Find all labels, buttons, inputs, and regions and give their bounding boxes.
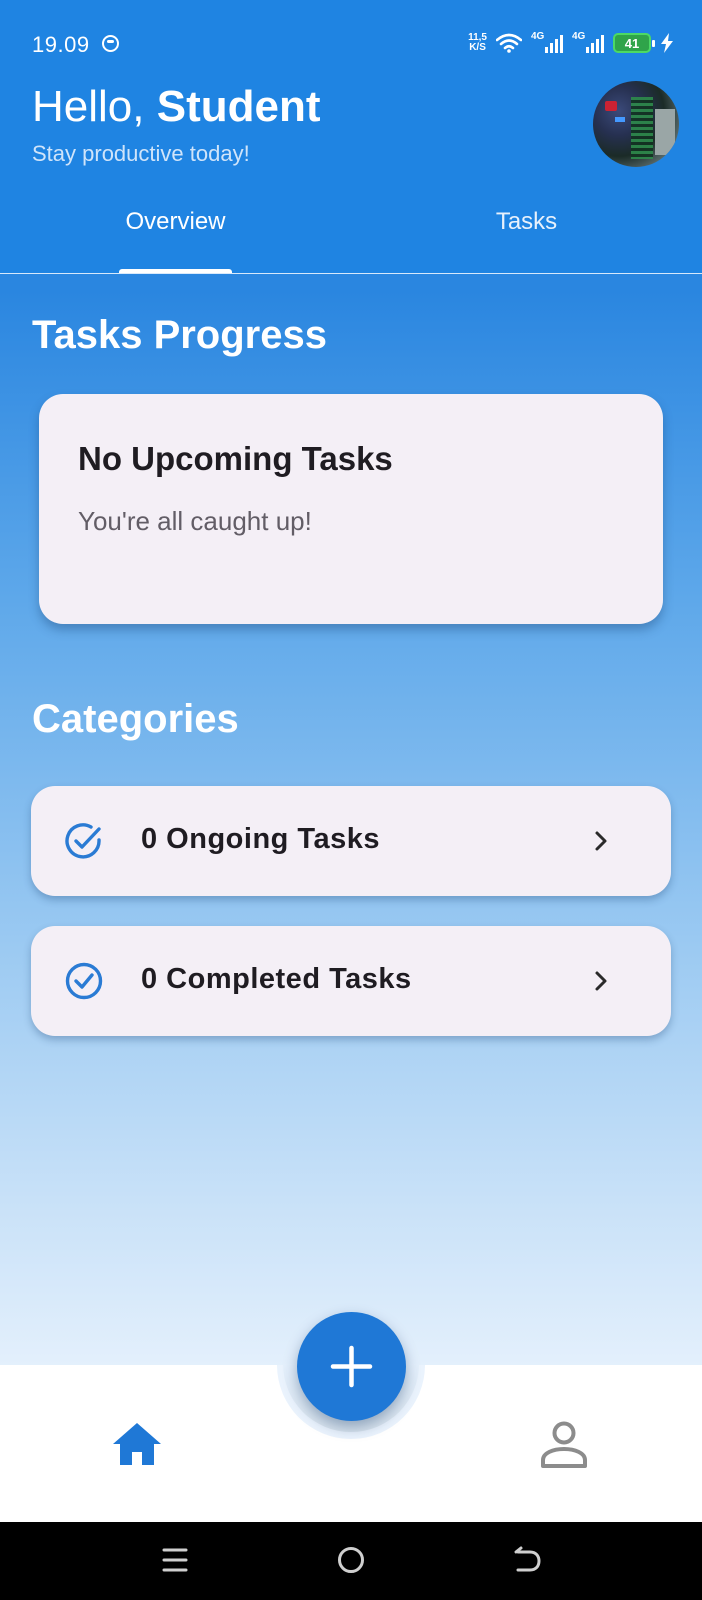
network-speed: 11,5 K/S xyxy=(468,33,487,53)
battery-icon: 41 xyxy=(613,33,655,53)
greeting-subtitle: Stay productive today! xyxy=(32,141,250,166)
upcoming-card-title: No Upcoming Tasks xyxy=(78,440,393,477)
category-completed-tasks[interactable]: 0 Completed Tasks xyxy=(31,926,671,1036)
signal-1-icon: 4G xyxy=(531,31,563,53)
status-time: 19.09 xyxy=(32,32,90,57)
upcoming-tasks-card[interactable]: No Upcoming Tasks You're all caught up! xyxy=(39,394,663,624)
header: 19.09 11,5 K/S 4G 4G 41 Hello, Student S… xyxy=(0,0,702,274)
status-indicators: 11,5 K/S 4G 4G 41 xyxy=(468,30,674,56)
greeting-prefix: Hello, xyxy=(32,82,157,131)
upcoming-card-subtitle: You're all caught up! xyxy=(78,506,312,536)
back-icon[interactable] xyxy=(512,1545,542,1575)
tasks-progress-title: Tasks Progress xyxy=(32,313,327,357)
battery-level: 41 xyxy=(624,35,640,51)
check-circle-icon xyxy=(65,823,101,859)
home-icon[interactable] xyxy=(111,1421,163,1467)
tab-bar: Overview Tasks xyxy=(0,190,702,274)
system-nav-bar xyxy=(0,1522,702,1600)
chevron-right-icon xyxy=(595,831,607,851)
wifi-icon xyxy=(496,33,522,53)
plus-icon xyxy=(330,1345,373,1388)
chevron-right-icon xyxy=(595,971,607,991)
category-ongoing-label: 0 Ongoing Tasks xyxy=(141,823,381,855)
status-bar: 19.09 11,5 K/S 4G 4G 41 xyxy=(0,0,702,80)
signal-2-label: 4G xyxy=(572,31,586,42)
tab-overview[interactable]: Overview xyxy=(0,208,351,236)
tab-tasks[interactable]: Tasks xyxy=(351,208,702,236)
user-name: Student xyxy=(156,82,321,131)
avatar[interactable] xyxy=(593,81,679,167)
system-home-icon[interactable] xyxy=(338,1547,364,1573)
network-speed-unit: K/S xyxy=(469,42,486,53)
categories-title: Categories xyxy=(32,697,239,741)
greeting: Hello, Student xyxy=(32,82,320,132)
signal-2-icon: 4G xyxy=(572,31,604,53)
check-circle-icon xyxy=(65,962,103,1000)
person-icon[interactable] xyxy=(540,1420,588,1470)
signal-1-label: 4G xyxy=(531,31,545,42)
recent-apps-icon[interactable] xyxy=(162,1546,188,1574)
tab-divider xyxy=(0,273,702,274)
charging-icon xyxy=(661,33,673,53)
add-task-button[interactable] xyxy=(297,1312,406,1421)
category-completed-label: 0 Completed Tasks xyxy=(141,963,412,995)
category-ongoing-tasks[interactable]: 0 Ongoing Tasks xyxy=(31,786,671,896)
notification-face-icon xyxy=(102,35,119,52)
